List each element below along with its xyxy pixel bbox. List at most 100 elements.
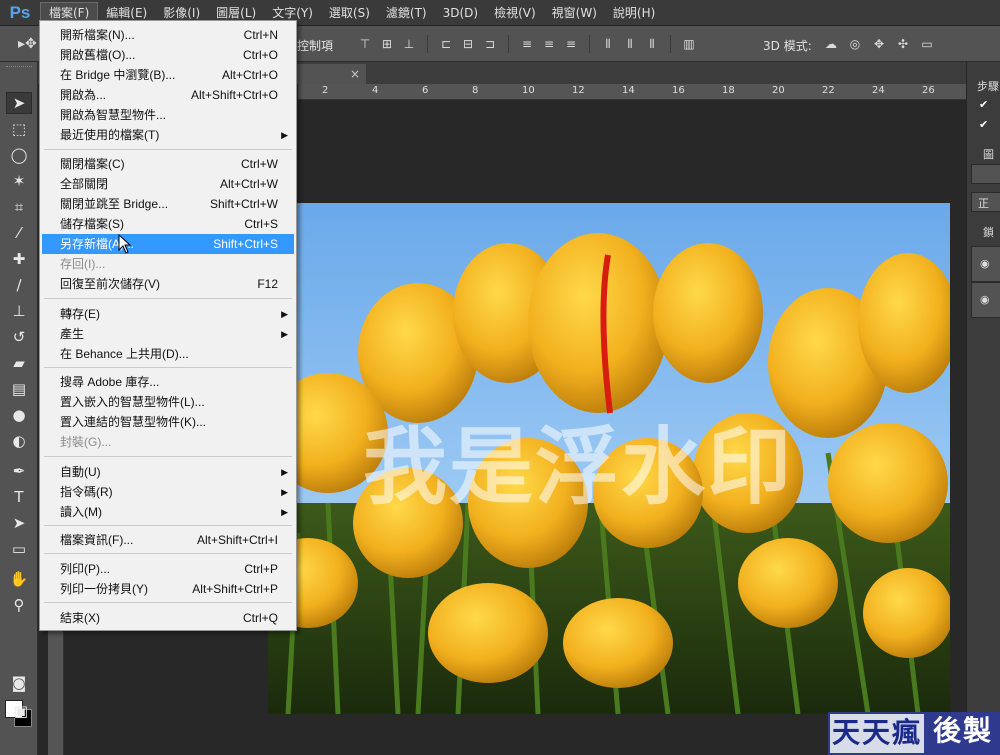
menu-item-label: 存回(I)... [60, 257, 106, 271]
layer-row[interactable]: ◉ [971, 246, 1000, 282]
visibility-eye-icon[interactable]: ◉ [980, 293, 990, 306]
menu-item-recent-files[interactable]: 最近使用的檔案(T) ▶ [42, 125, 294, 145]
menu-filter[interactable]: 濾鏡(T) [378, 2, 435, 24]
menu-item-open-smart-object[interactable]: 開啟為智慧型物件... [42, 105, 294, 125]
menu-item-place-embedded[interactable]: 置入嵌入的智慧型物件(L)... [42, 392, 294, 412]
menu-item-shortcut: Ctrl+W [241, 157, 278, 171]
align-hcenter-icon[interactable]: ⊟ [459, 35, 477, 53]
menu-item-check-in: 存回(I)... [42, 254, 294, 274]
move-tool-icon[interactable]: ➤ [6, 92, 32, 114]
orbit-3d-icon[interactable]: ☁ [822, 35, 840, 53]
align-vcenter-icon[interactable]: ⊞ [378, 35, 396, 53]
distribute-hcenter-icon[interactable]: ⦀ [621, 35, 639, 53]
type-tool-icon[interactable]: T [6, 486, 32, 508]
rectangle-tool-icon[interactable]: ▭ [6, 538, 32, 560]
history-brush-icon[interactable]: ↺ [6, 326, 32, 348]
menu-item-open[interactable]: 開啟舊檔(O)... Ctrl+O [42, 45, 294, 65]
menu-item-share-behance[interactable]: 在 Behance 上共用(D)... [42, 344, 294, 364]
menu-view[interactable]: 檢視(V) [486, 2, 544, 24]
menu-item-file-info[interactable]: 檔案資訊(F)... Alt+Shift+Ctrl+I [42, 530, 294, 550]
menu-item-label: 開啟為智慧型物件... [60, 108, 167, 122]
menu-item-new[interactable]: 開新檔案(N)... Ctrl+N [42, 25, 294, 45]
menu-item-shortcut: Ctrl+S [244, 217, 278, 231]
menu-item-label: 開新檔案(N)... [60, 28, 135, 42]
canvas-image[interactable]: 我是浮水印 [268, 203, 950, 714]
screen-mode-icon[interactable]: ▣ [8, 700, 34, 722]
menu-item-export[interactable]: 轉存(E) ▶ [42, 304, 294, 324]
ruler-label: 6 [422, 85, 429, 96]
magic-wand-icon[interactable]: ✶ [6, 170, 32, 192]
auto-align-icon[interactable]: ▥ [680, 35, 698, 53]
menu-item-search-adobe-stock[interactable]: 搜尋 Adobe 庫存... [42, 372, 294, 392]
distribute-vcenter-icon[interactable]: ≡ [540, 35, 558, 53]
history-panel-label[interactable]: 步驟 [977, 78, 999, 94]
menu-item-exit[interactable]: 結束(X) Ctrl+Q [42, 608, 294, 628]
roll-3d-icon[interactable]: ◎ [846, 35, 864, 53]
menu-item-revert[interactable]: 回復至前次儲存(V) F12 [42, 274, 294, 294]
menu-item-close[interactable]: 關閉檔案(C) Ctrl+W [42, 154, 294, 174]
menu-item-label: 結束(X) [60, 611, 100, 625]
distribute-left-icon[interactable]: ⦀ [599, 35, 617, 53]
menu-3d[interactable]: 3D(D) [435, 2, 486, 24]
show-transform-controls-label[interactable]: 控制項 [297, 37, 333, 54]
move-tool-icon[interactable]: ▸✥ [18, 36, 37, 52]
menu-item-browse-bridge[interactable]: 在 Bridge 中瀏覽(B)... Alt+Ctrl+O [42, 65, 294, 85]
menu-item-label: 自動(U) [60, 465, 101, 479]
distribute-bottom-icon[interactable]: ≡ [562, 35, 580, 53]
menu-item-shortcut: Alt+Shift+Ctrl+P [192, 582, 278, 596]
menu-item-print-one-copy[interactable]: 列印一份拷貝(Y) Alt+Shift+Ctrl+P [42, 579, 294, 599]
zoom-tool-icon[interactable]: ⚲ [6, 594, 32, 616]
ruler-label: 20 [772, 85, 785, 96]
dodge-tool-icon[interactable]: ◐ [6, 430, 32, 452]
pan-3d-icon[interactable]: ✥ [870, 35, 888, 53]
menu-item-label: 在 Bridge 中瀏覽(B)... [60, 68, 176, 82]
menu-item-place-linked[interactable]: 置入連結的智慧型物件(K)... [42, 412, 294, 432]
separator [508, 35, 509, 53]
eyedropper-tool-icon[interactable]: ⁄ [6, 222, 32, 244]
menu-item-save-as[interactable]: 另存新檔(A)... Shift+Ctrl+S [42, 234, 294, 254]
align-top-icon[interactable]: ⊤ [356, 35, 374, 53]
hand-tool-icon[interactable]: ✋ [6, 568, 32, 590]
layer-row[interactable]: ◉ [971, 282, 1000, 318]
clone-stamp-icon[interactable]: ⊥ [6, 300, 32, 322]
slide-3d-icon[interactable]: ✣ [894, 35, 912, 53]
menu-item-save[interactable]: 儲存檔案(S) Ctrl+S [42, 214, 294, 234]
menu-item-close-all[interactable]: 全部關閉 Alt+Ctrl+W [42, 174, 294, 194]
menu-item-generate[interactable]: 產生 ▶ [42, 324, 294, 344]
brush-tool-icon[interactable]: ∕ [6, 274, 32, 296]
panel-grip[interactable] [6, 66, 32, 72]
menu-help[interactable]: 說明(H) [605, 2, 663, 24]
gradient-tool-icon[interactable]: ▤ [6, 378, 32, 400]
visibility-eye-icon[interactable]: ◉ [980, 257, 990, 270]
menu-item-automate[interactable]: 自動(U) ▶ [42, 462, 294, 482]
align-left-icon[interactable]: ⊏ [437, 35, 455, 53]
menu-window[interactable]: 視窗(W) [544, 2, 605, 24]
menu-item-scripts[interactable]: 指令碼(R) ▶ [42, 482, 294, 502]
eraser-tool-icon[interactable]: ▰ [6, 352, 32, 374]
menu-item-import[interactable]: 讀入(M) ▶ [42, 502, 294, 522]
menu-item-close-go-bridge[interactable]: 關閉並跳至 Bridge... Shift+Ctrl+W [42, 194, 294, 214]
align-bottom-icon[interactable]: ⊥ [400, 35, 418, 53]
lasso-tool-icon[interactable]: ◯ [6, 144, 32, 166]
menu-item-open-as[interactable]: 開啟為... Alt+Shift+Ctrl+O [42, 85, 294, 105]
check-icon[interactable]: ✔ [979, 118, 988, 131]
scale-3d-icon[interactable]: ▭ [918, 35, 936, 53]
check-icon[interactable]: ✔ [979, 98, 988, 111]
align-right-icon[interactable]: ⊐ [481, 35, 499, 53]
path-selection-icon[interactable]: ➤ [6, 512, 32, 534]
distribute-right-icon[interactable]: ⦀ [643, 35, 661, 53]
crop-tool-icon[interactable]: ⌗ [6, 196, 32, 218]
layer-filter-search[interactable] [971, 164, 1000, 184]
menu-select[interactable]: 選取(S) [321, 2, 378, 24]
healing-brush-icon[interactable]: ✚ [6, 248, 32, 270]
marquee-tool-icon[interactable]: ⬚ [6, 118, 32, 140]
blend-mode-select[interactable]: 正 [971, 192, 1000, 212]
layers-panel-label[interactable]: 圖 [983, 146, 994, 162]
pen-tool-icon[interactable]: ✒ [6, 460, 32, 482]
tab-close-icon[interactable]: × [350, 64, 360, 84]
blur-tool-icon[interactable]: ● [6, 404, 32, 426]
document-tab[interactable]: × [294, 64, 366, 84]
quick-mask-icon[interactable]: ◙ [6, 672, 32, 694]
distribute-top-icon[interactable]: ≡ [518, 35, 536, 53]
menu-item-print[interactable]: 列印(P)... Ctrl+P [42, 559, 294, 579]
